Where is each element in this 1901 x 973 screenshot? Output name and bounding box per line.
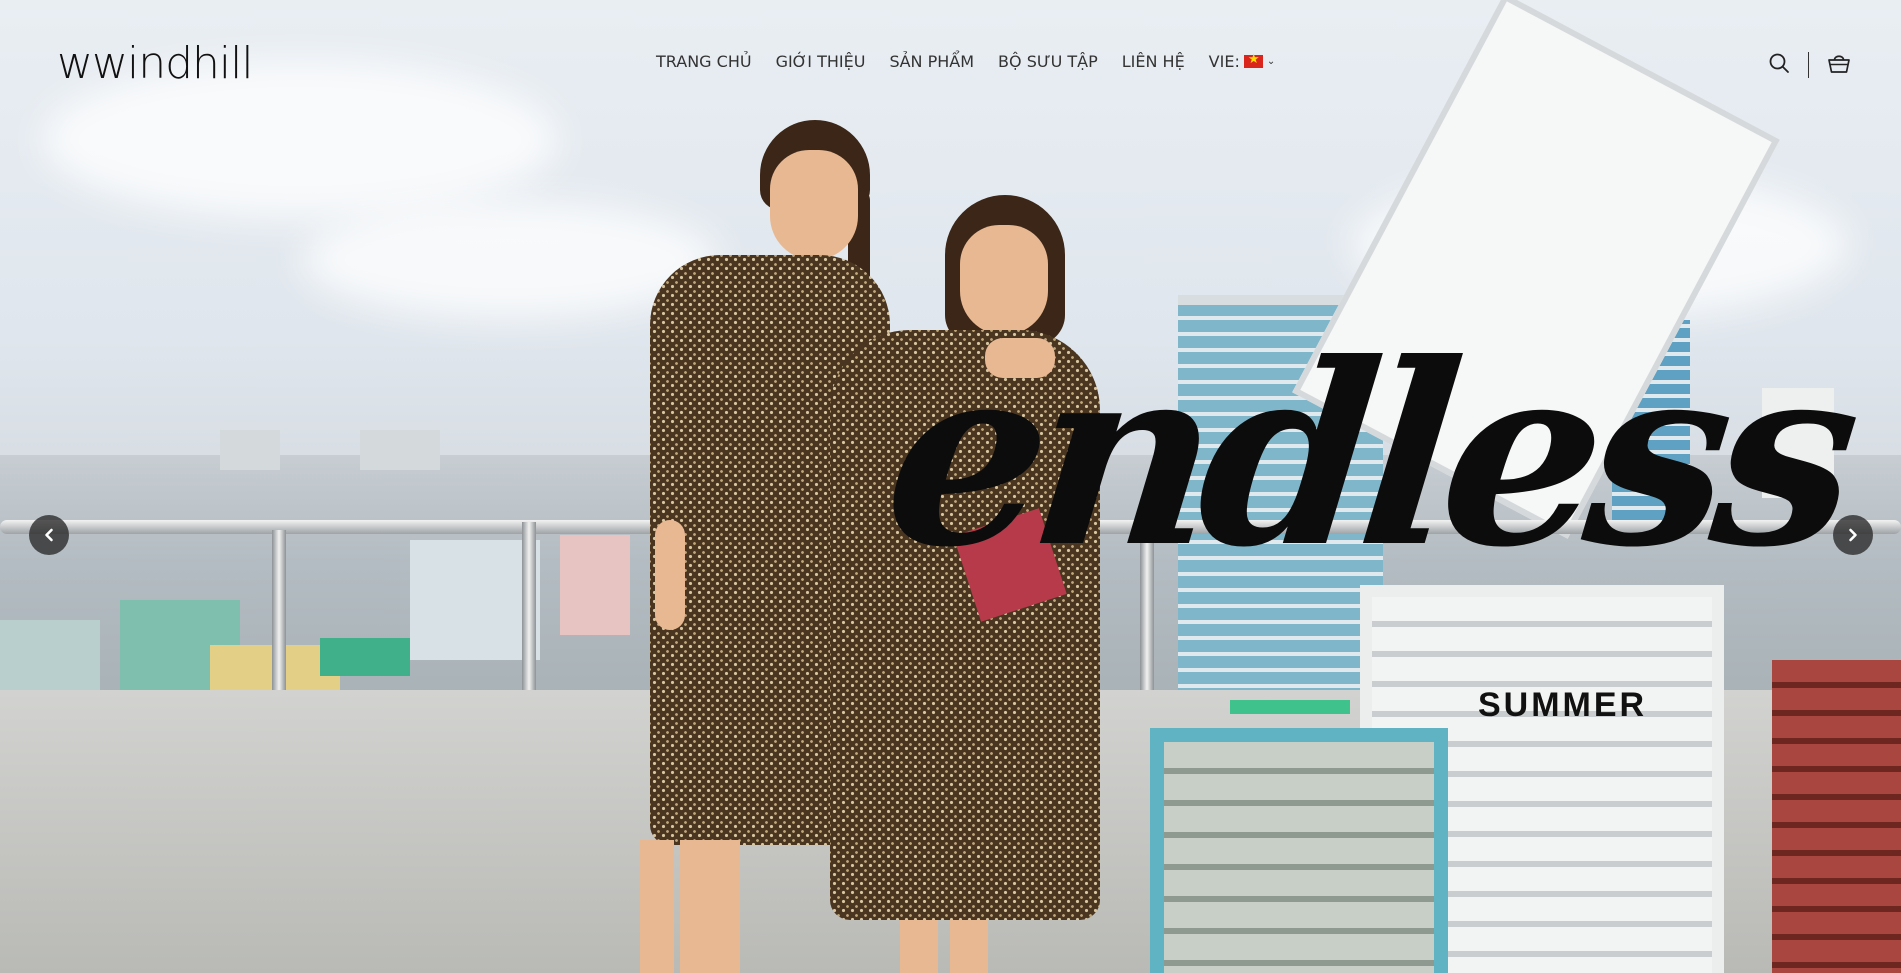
main-nav: TRANG CHỦ GIỚI THIỆU SẢN PHẨM BỘ SƯU TẬP… <box>656 52 1275 71</box>
nav-item-about[interactable]: GIỚI THIỆU <box>776 52 866 71</box>
nav-item-home[interactable]: TRANG CHỦ <box>656 52 752 71</box>
search-icon[interactable] <box>1768 52 1790 78</box>
chevron-down-icon: ⌄ <box>1266 56 1276 67</box>
nav-item-contact[interactable]: LIÊN HỆ <box>1122 52 1185 71</box>
site-header: wwindhill TRANG CHỦ GIỚI THIỆU SẢN PHẨM … <box>0 0 1901 130</box>
hero-subtitle: SUMMER <box>1478 686 1648 724</box>
header-divider <box>1808 52 1809 78</box>
nav-item-collections[interactable]: BỘ SƯU TẬP <box>998 52 1098 71</box>
hero-slider: endless SUMMER wwindhill TRANG CHỦ GIỚI … <box>0 0 1901 973</box>
logo[interactable]: wwindhill <box>57 38 254 89</box>
header-actions <box>1768 52 1851 78</box>
language-label: VIE: <box>1208 52 1240 71</box>
hero-script-title: endless <box>874 308 1859 602</box>
nav-item-products[interactable]: SẢN PHẨM <box>889 52 974 71</box>
slider-next-button[interactable] <box>1833 515 1873 555</box>
cart-icon[interactable] <box>1827 52 1851 78</box>
slider-prev-button[interactable] <box>29 515 69 555</box>
language-selector[interactable]: VIE: ⌄ <box>1209 52 1276 71</box>
chevron-right-icon <box>1849 528 1857 542</box>
chevron-left-icon <box>45 528 53 542</box>
vietnam-flag-icon <box>1243 52 1263 68</box>
